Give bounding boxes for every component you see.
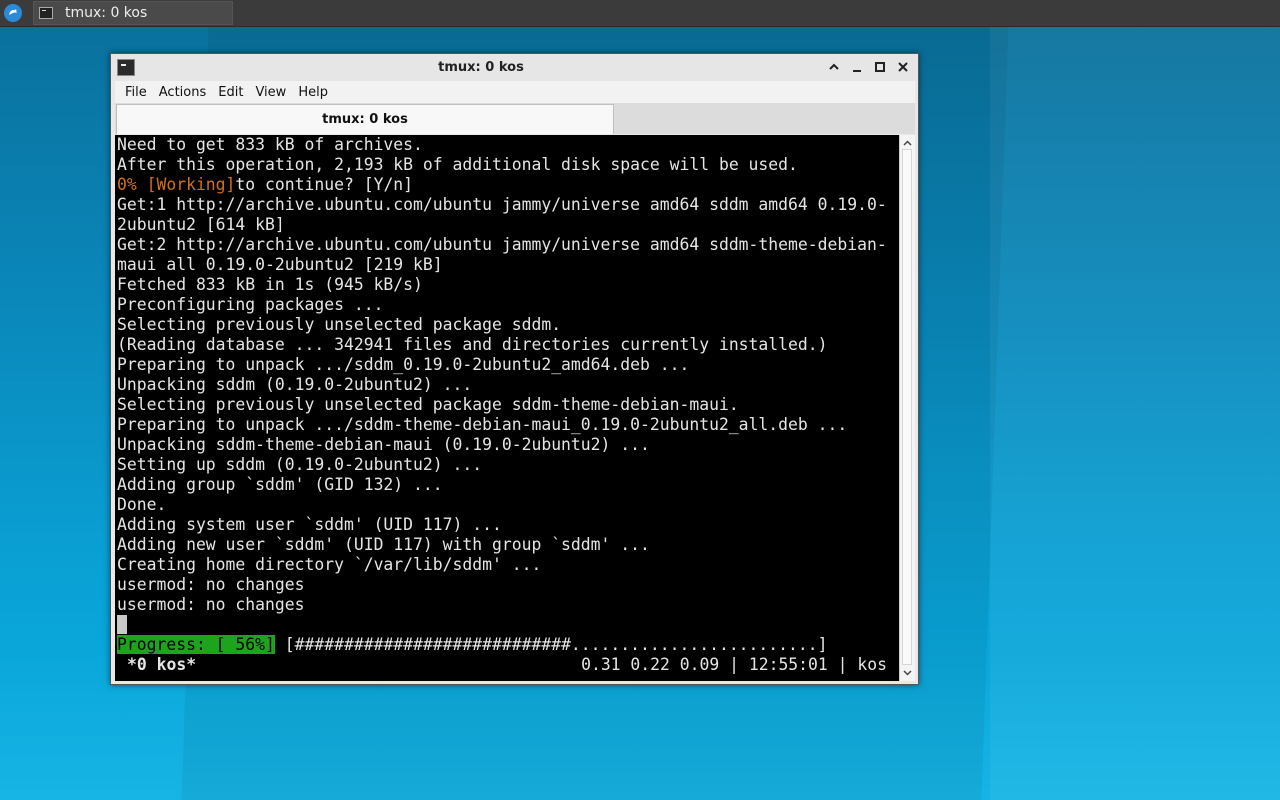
tmux-window-name[interactable]: *0 kos* — [127, 655, 196, 675]
terminal-line: After this operation, 2,193 kB of additi… — [117, 155, 798, 174]
terminal-cursor — [117, 615, 127, 634]
wallpaper-shape — [990, 26, 1280, 800]
terminal-line: (Reading database ... 342941 files and d… — [117, 335, 828, 354]
terminal-line: usermod: no changes — [117, 575, 305, 594]
terminal-icon — [39, 7, 53, 19]
terminal-output[interactable]: usermod: no changes usermod: no changes Cr… — [115, 135, 899, 681]
tab-bar: tmux: 0 kos — [115, 103, 915, 134]
tmux-status-bar: *0 kos* 0.31 0.22 0.09 | 12:55:01 | kos — [115, 655, 899, 675]
close-icon[interactable] — [894, 58, 912, 76]
terminal-line: Setting up sddm (0.19.0-2ubuntu2) ... — [117, 455, 483, 474]
terminal-line: Selecting previously unselected package … — [117, 315, 562, 334]
terminal-line: Preconfiguring packages ... — [117, 295, 384, 314]
taskbar: tmux: 0 kos — [0, 0, 1280, 27]
terminal-line: maui all 0.19.0-2ubuntu2 [219 kB] — [117, 255, 443, 274]
menu-help[interactable]: Help — [298, 84, 328, 101]
terminal-line: Adding group `sddm' (GID 132) ... — [117, 475, 443, 494]
shade-up-icon[interactable] — [825, 58, 843, 76]
menu-actions[interactable]: Actions — [159, 84, 207, 101]
terminal-line: Need to get 833 kB of archives. — [117, 135, 423, 154]
terminal-line: Unpacking sddm (0.19.0-2ubuntu2) ... — [117, 375, 473, 394]
taskbar-task-label: tmux: 0 kos — [65, 5, 148, 21]
tmux-status-info: 0.31 0.22 0.09 | 12:55:01 | kos — [581, 655, 887, 674]
working-status: 0% [Working] — [117, 175, 236, 194]
menu-view[interactable]: View — [255, 84, 286, 101]
menu-file[interactable]: File — [125, 84, 147, 101]
terminal-line: 2ubuntu2 [614 kB] — [117, 215, 285, 234]
scroll-down-icon[interactable] — [902, 667, 913, 678]
terminal-line: Adding system user `sddm' (UID 117) ... — [117, 515, 502, 534]
terminal-window: tmux: 0 kos File Actions Edit View Help … — [110, 53, 919, 685]
maximize-icon[interactable] — [871, 58, 889, 76]
scroll-up-icon[interactable] — [902, 138, 913, 149]
terminal-line: Fetched 833 kB in 1s (945 kB/s) — [117, 275, 423, 294]
window-title: tmux: 0 kos — [438, 60, 524, 75]
progress-line: Progress: [ 56%] [######################… — [117, 635, 828, 655]
terminal-prompt-line: 0% [Working]to continue? [Y/n] — [117, 175, 413, 195]
terminal-line: Creating home directory `/var/lib/sddm' … — [117, 555, 542, 574]
terminal-line: Get:1 http://archive.ubuntu.com/ubuntu j… — [117, 195, 887, 214]
progress-bar: [############################...........… — [274, 635, 828, 654]
terminal-line: Preparing to unpack .../sddm-theme-debia… — [117, 415, 848, 434]
progress-label: Progress: [ 56%] — [117, 635, 275, 654]
terminal-line: Selecting previously unselected package … — [117, 395, 739, 414]
terminal-line: Unpacking sddm-theme-debian-maui (0.19.0… — [117, 435, 650, 454]
continue-prompt: to continue? [Y/n] — [235, 175, 414, 194]
scrollbar-thumb[interactable] — [902, 149, 912, 665]
menubar: File Actions Edit View Help — [115, 81, 915, 103]
terminal-scrollbar[interactable] — [899, 135, 915, 681]
terminal-line: Preparing to unpack .../sddm_0.19.0-2ubu… — [117, 355, 690, 374]
terminal-line: Done. — [117, 495, 167, 514]
taskbar-task-tmux[interactable]: tmux: 0 kos — [33, 1, 233, 25]
terminal-line: Get:2 http://archive.ubuntu.com/ubuntu j… — [117, 235, 887, 254]
window-titlebar[interactable]: tmux: 0 kos — [111, 54, 918, 81]
terminal-line: usermod: no changes — [117, 595, 305, 614]
menu-edit[interactable]: Edit — [218, 84, 243, 101]
minimize-icon[interactable] — [848, 58, 866, 76]
tab-tmux-0-kos[interactable]: tmux: 0 kos — [116, 104, 614, 134]
terminal-line: Adding new user `sddm' (UID 117) with gr… — [117, 535, 650, 554]
app-menu-icon[interactable] — [4, 4, 22, 22]
